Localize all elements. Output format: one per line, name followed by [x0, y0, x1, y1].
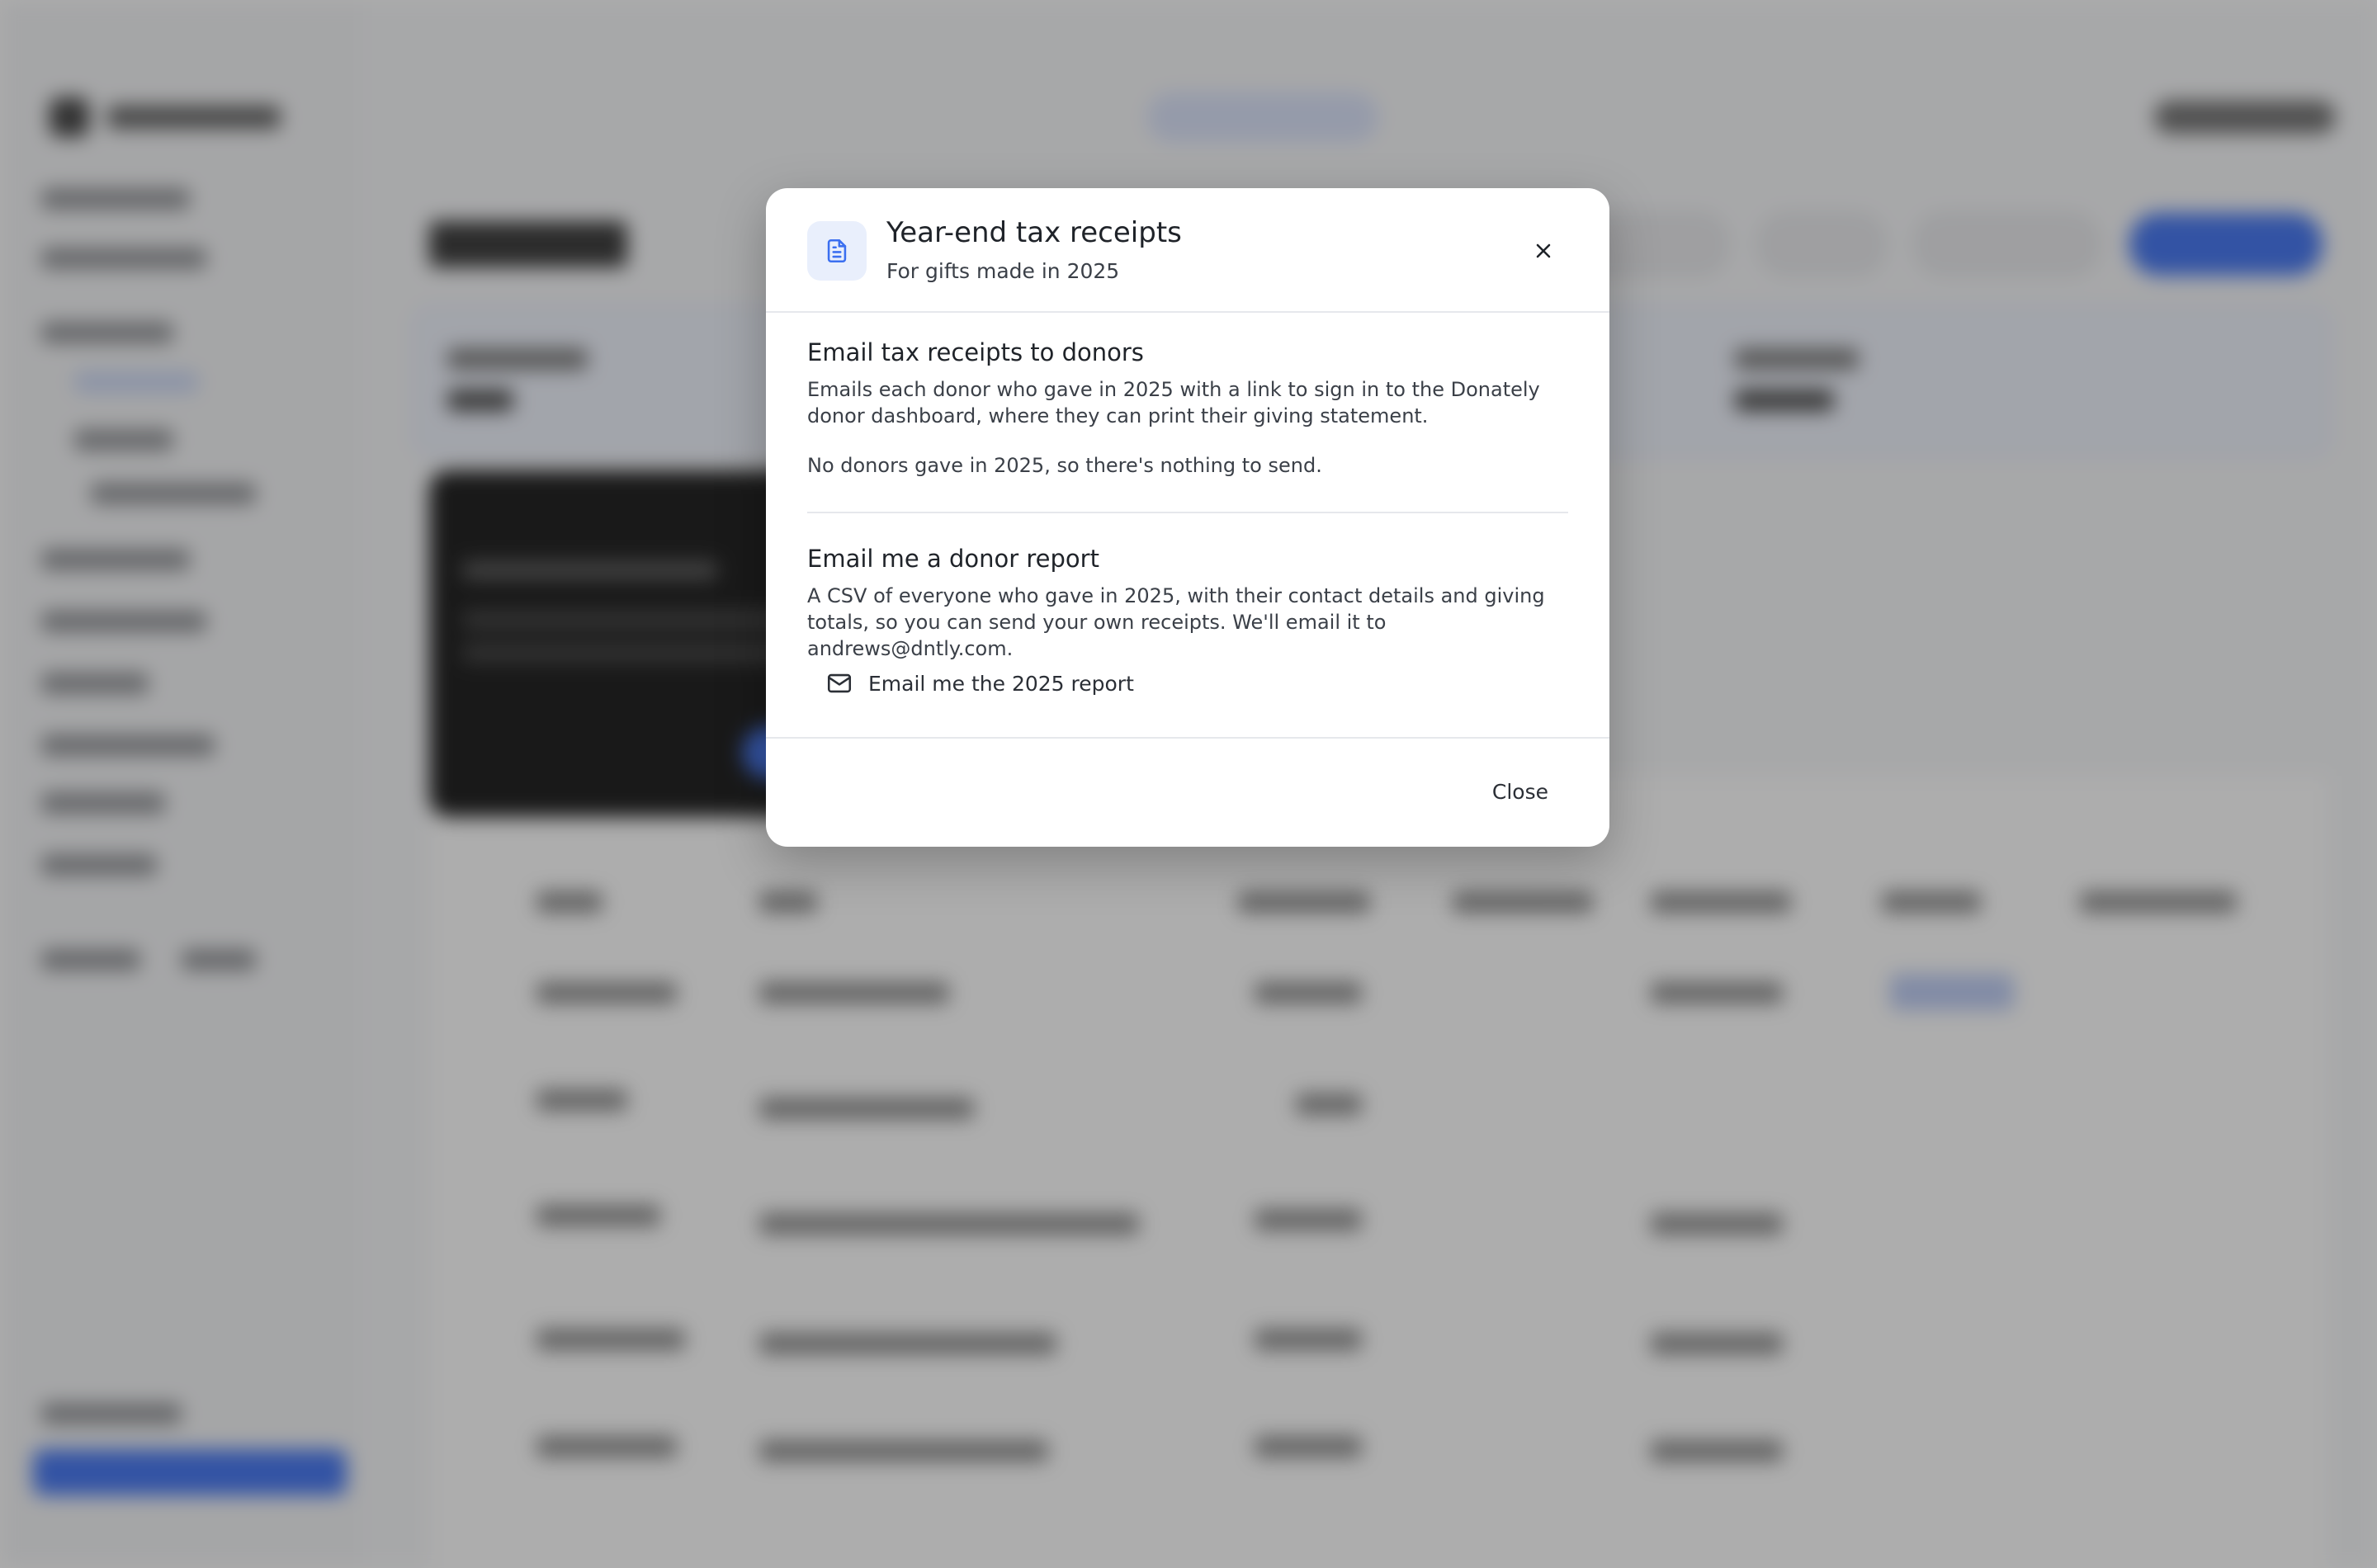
email-report-button-label: Email me the 2025 report — [868, 671, 1134, 696]
donor-report-description: A CSV of everyone who gave in 2025, with… — [807, 584, 1545, 660]
modal-title: Year-end tax receipts — [886, 216, 1182, 249]
close-button[interactable]: Close — [1481, 773, 1560, 810]
email-report-button[interactable]: Email me the 2025 report — [825, 665, 1134, 701]
email-donors-title: Email tax receipts to donors — [807, 338, 1144, 366]
email-donors-status: No donors gave in 2025, so there's nothi… — [807, 454, 1322, 477]
email-donors-description: Emails each donor who gave in 2025 with … — [807, 378, 1540, 427]
tax-receipts-modal: Year-end tax receipts For gifts made in … — [766, 188, 1609, 847]
modal-subtitle: For gifts made in 2025 — [886, 259, 1120, 283]
modal-header: Year-end tax receipts For gifts made in … — [766, 188, 1609, 313]
document-icon — [807, 221, 867, 281]
close-icon[interactable] — [1525, 233, 1562, 269]
mail-icon — [825, 669, 853, 697]
section-divider — [807, 512, 1568, 513]
donor-report-title: Email me a donor report — [807, 545, 1099, 573]
modal-footer: Close — [766, 737, 1609, 847]
